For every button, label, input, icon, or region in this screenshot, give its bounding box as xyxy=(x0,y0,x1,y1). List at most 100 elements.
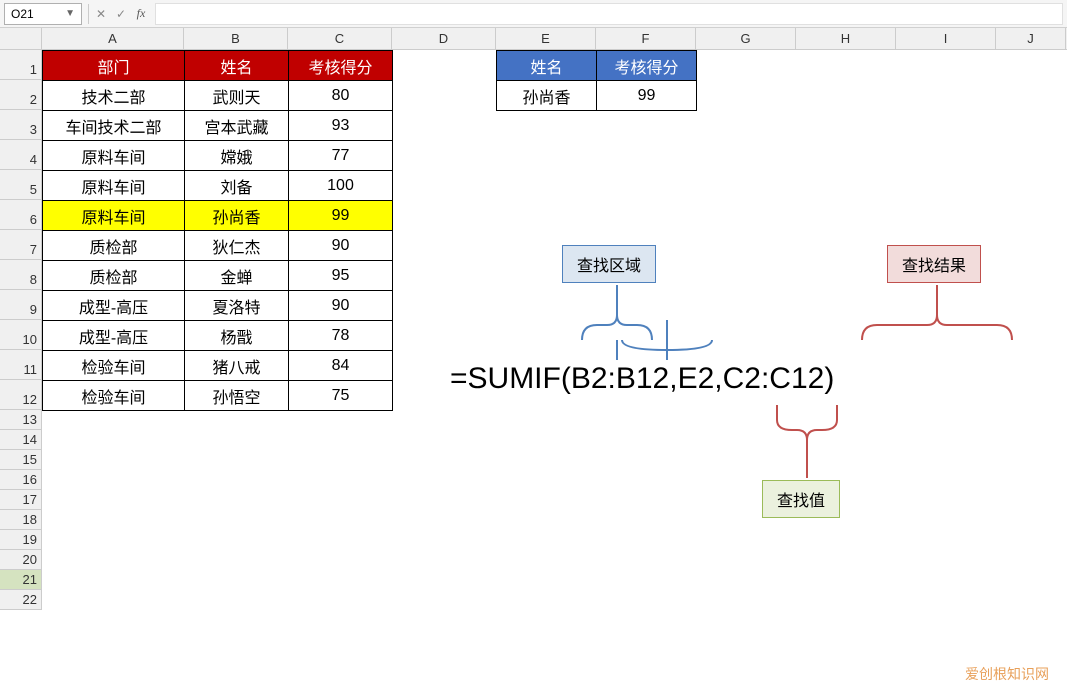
cancel-button[interactable]: ✕ xyxy=(91,4,111,24)
col-header-F[interactable]: F xyxy=(596,28,696,49)
cell[interactable]: 84 xyxy=(289,351,393,381)
lookup-header-row: 姓名 考核得分 xyxy=(497,51,697,81)
cell[interactable]: 93 xyxy=(289,111,393,141)
cell[interactable]: 78 xyxy=(289,321,393,351)
col-header-D[interactable]: D xyxy=(392,28,496,49)
cell[interactable]: 狄仁杰 xyxy=(185,231,289,261)
row-header-11[interactable]: 11 xyxy=(0,350,42,380)
separator xyxy=(88,4,89,24)
lookup-cell-name[interactable]: 孙尚香 xyxy=(497,81,597,111)
watermark: 爱创根知识网 xyxy=(965,664,1049,684)
cell[interactable]: 成型-高压 xyxy=(43,291,185,321)
cell[interactable]: 原料车间 xyxy=(43,141,185,171)
row-header-9[interactable]: 9 xyxy=(0,290,42,320)
table-row: 检验车间猪八戒84 xyxy=(43,351,393,381)
cell[interactable]: 孙悟空 xyxy=(185,381,289,411)
col-header-C[interactable]: C xyxy=(288,28,392,49)
cell[interactable]: 技术二部 xyxy=(43,81,185,111)
cell[interactable]: 质检部 xyxy=(43,231,185,261)
select-all-corner[interactable] xyxy=(0,28,42,49)
row-header-4[interactable]: 4 xyxy=(0,140,42,170)
cell[interactable]: 95 xyxy=(289,261,393,291)
table-row: 车间技术二部宫本武藏93 xyxy=(43,111,393,141)
cell[interactable]: 90 xyxy=(289,291,393,321)
cell[interactable]: 武则天 xyxy=(185,81,289,111)
col-header-E[interactable]: E xyxy=(496,28,596,49)
row-header-17[interactable]: 17 xyxy=(0,490,42,510)
lookup-header-score[interactable]: 考核得分 xyxy=(597,51,697,81)
row-header-21[interactable]: 21 xyxy=(0,570,42,590)
cell[interactable]: 成型-高压 xyxy=(43,321,185,351)
row-header-6[interactable]: 6 xyxy=(0,200,42,230)
cell[interactable]: 质检部 xyxy=(43,261,185,291)
cell[interactable]: 原料车间 xyxy=(43,201,185,231)
callout-lookup-result: 查找结果 xyxy=(887,245,981,283)
chevron-down-icon[interactable]: ▼ xyxy=(65,8,75,19)
row-header-19[interactable]: 19 xyxy=(0,530,42,550)
cell[interactable]: 杨戬 xyxy=(185,321,289,351)
col-header-G[interactable]: G xyxy=(696,28,796,49)
table-row: 检验车间孙悟空75 xyxy=(43,381,393,411)
cell[interactable]: 夏洛特 xyxy=(185,291,289,321)
row-header-8[interactable]: 8 xyxy=(0,260,42,290)
col-header-A[interactable]: A xyxy=(42,28,184,49)
cell[interactable]: 检验车间 xyxy=(43,351,185,381)
cell[interactable]: 宫本武藏 xyxy=(185,111,289,141)
col-header-J[interactable]: J xyxy=(996,28,1066,49)
cell[interactable]: 嫦娥 xyxy=(185,141,289,171)
header-score[interactable]: 考核得分 xyxy=(289,51,393,81)
row-header-16[interactable]: 16 xyxy=(0,470,42,490)
row-header-18[interactable]: 18 xyxy=(0,510,42,530)
row-header-14[interactable]: 14 xyxy=(0,430,42,450)
cell[interactable]: 100 xyxy=(289,171,393,201)
name-box[interactable]: O21 ▼ xyxy=(4,3,82,25)
cell[interactable]: 车间技术二部 xyxy=(43,111,185,141)
row-header-2[interactable]: 2 xyxy=(0,80,42,110)
lookup-row: 孙尚香 99 xyxy=(497,81,697,111)
col-header-I[interactable]: I xyxy=(896,28,996,49)
col-header-H[interactable]: H xyxy=(796,28,896,49)
cell[interactable]: 猪八戒 xyxy=(185,351,289,381)
fx-button[interactable]: fx xyxy=(131,4,151,24)
lookup-cell-result[interactable]: 99 xyxy=(597,81,697,111)
table-row: 质检部金蝉95 xyxy=(43,261,393,291)
cell[interactable]: 原料车间 xyxy=(43,171,185,201)
row-header-1[interactable]: 1 xyxy=(0,50,42,80)
formula-bar: O21 ▼ ✕ ✓ fx xyxy=(0,0,1067,28)
row-header-10[interactable]: 10 xyxy=(0,320,42,350)
column-headers: A B C D E F G H I J xyxy=(0,28,1067,50)
cell[interactable]: 80 xyxy=(289,81,393,111)
cell[interactable]: 刘备 xyxy=(185,171,289,201)
table-header-row: 部门 姓名 考核得分 xyxy=(43,51,393,81)
table-row: 技术二部武则天80 xyxy=(43,81,393,111)
row-header-20[interactable]: 20 xyxy=(0,550,42,570)
row-header-15[interactable]: 15 xyxy=(0,450,42,470)
table-row-highlighted: 原料车间孙尚香99 xyxy=(43,201,393,231)
cell[interactable]: 90 xyxy=(289,231,393,261)
cell[interactable]: 99 xyxy=(289,201,393,231)
cell[interactable]: 孙尚香 xyxy=(185,201,289,231)
formula-input[interactable] xyxy=(155,3,1063,25)
cell[interactable]: 检验车间 xyxy=(43,381,185,411)
cell[interactable]: 77 xyxy=(289,141,393,171)
col-header-B[interactable]: B xyxy=(184,28,288,49)
row-header-7[interactable]: 7 xyxy=(0,230,42,260)
row-header-22[interactable]: 22 xyxy=(0,590,42,610)
header-name[interactable]: 姓名 xyxy=(185,51,289,81)
formula-display: =SUMIF(B2:B12,E2,C2:C12) xyxy=(450,362,834,396)
confirm-button[interactable]: ✓ xyxy=(111,4,131,24)
row-header-12[interactable]: 12 xyxy=(0,380,42,410)
callout-lookup-range: 查找区域 xyxy=(562,245,656,283)
callout-lookup-value: 查找值 xyxy=(762,480,840,518)
table-row: 成型-高压夏洛特90 xyxy=(43,291,393,321)
cell-area[interactable]: 部门 姓名 考核得分 技术二部武则天80 车间技术二部宫本武藏93 原料车间嫦娥… xyxy=(42,50,1067,610)
name-box-value: O21 xyxy=(11,7,34,21)
cell[interactable]: 金蝉 xyxy=(185,261,289,291)
cell[interactable]: 75 xyxy=(289,381,393,411)
lookup-header-name[interactable]: 姓名 xyxy=(497,51,597,81)
row-header-13[interactable]: 13 xyxy=(0,410,42,430)
header-dept[interactable]: 部门 xyxy=(43,51,185,81)
row-header-5[interactable]: 5 xyxy=(0,170,42,200)
spreadsheet-grid: A B C D E F G H I J 1 2 3 4 5 6 7 8 9 10… xyxy=(0,28,1067,610)
row-header-3[interactable]: 3 xyxy=(0,110,42,140)
